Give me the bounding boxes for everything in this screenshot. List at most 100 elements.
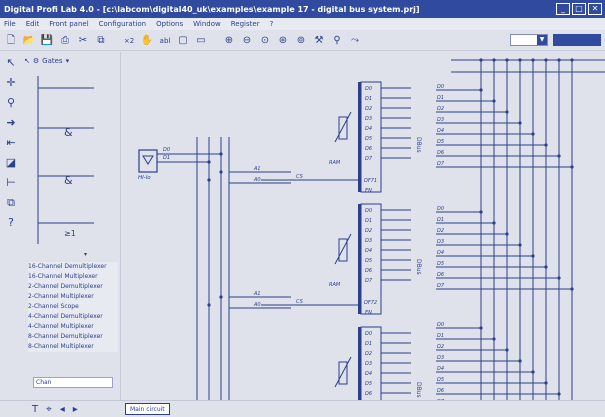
component-preview: & & ≥1 ▾: [24, 68, 112, 258]
list-item[interactable]: 2-Channel Multiplexer: [28, 292, 118, 302]
output-label: D0: [437, 84, 444, 90]
junction-dot: [570, 165, 574, 169]
nav-right-icon[interactable]: ▸: [73, 404, 78, 415]
cs-label: CS: [296, 174, 304, 180]
zoom-level-box[interactable]: [553, 34, 601, 46]
menu-item-?[interactable]: ?: [270, 20, 274, 28]
title-bar: Digital Profi Lab 4.0 - [c:\labcom\digit…: [0, 0, 605, 18]
output-label: D7: [437, 161, 445, 167]
menu-item-register[interactable]: Register: [231, 20, 260, 28]
wire-icon[interactable]: ◪: [4, 156, 18, 170]
category-bar[interactable]: ↖ ⚙ Gates ▾: [24, 55, 110, 66]
crosshair-icon[interactable]: ✛: [4, 76, 18, 90]
list-item[interactable]: 4-Channel Demultiplexer: [28, 312, 118, 322]
output-label: D4: [437, 128, 444, 134]
page-icon[interactable]: ▭: [194, 34, 208, 48]
text-button[interactable]: abl: [158, 34, 172, 48]
list-item[interactable]: 2-Channel Scope: [28, 302, 118, 312]
menu-bar: File Edit Front panel Configuration Options W…: [0, 18, 605, 30]
zoom-select-icon[interactable]: ⊛: [276, 34, 290, 48]
addr-label: A1: [253, 166, 261, 172]
tab-main-circuit[interactable]: Main circuit: [125, 403, 170, 415]
junction-dot: [518, 121, 522, 125]
menu-item-edit[interactable]: Edit: [26, 20, 40, 28]
output-label: D4: [437, 366, 444, 372]
list-item[interactable]: 2-Channel Demultiplexer: [28, 282, 118, 292]
bus-label: DBus: [415, 382, 422, 398]
pin-label: D6: [365, 268, 372, 274]
pin-label: D4: [365, 248, 372, 254]
zoom-select[interactable]: ▼: [510, 34, 548, 46]
text-tool-icon[interactable]: T: [32, 404, 38, 415]
arrow-icon: ↖: [24, 56, 30, 65]
probe-icon[interactable]: ⚲: [330, 34, 344, 48]
ram-label: RAM: [329, 160, 341, 166]
window-title: Digital Profi Lab 4.0 - [c:\labcom\digit…: [4, 4, 420, 14]
binoculars-icon[interactable]: ⌖: [46, 404, 52, 415]
hilo-label: HI-lo: [138, 175, 151, 181]
output-label: D2: [437, 106, 444, 112]
addr-label: A0: [253, 177, 261, 183]
junction-dot: [557, 58, 561, 62]
circuit-diagram[interactable]: HI-lo D0 D1 RAM D0 D1 D2 D3 D4 D5 D6 D7 DF71 EN DBus D0…: [121, 52, 605, 400]
zoom-out-icon[interactable]: ⊖: [240, 34, 254, 48]
search-input[interactable]: Chan: [33, 377, 113, 388]
hand-icon[interactable]: ✋: [140, 34, 154, 48]
left-toolbar: ↖ ✛ ⚲ ➜ ⇤ ◪ ⊢ ⧉ ?: [0, 52, 22, 402]
tools-icon[interactable]: ⚒: [312, 34, 326, 48]
output-label: D2: [437, 344, 444, 350]
junction-dot: [207, 160, 211, 164]
close-button[interactable]: ✕: [588, 3, 602, 15]
pin-label: D3: [365, 238, 372, 244]
zoom-fit-icon[interactable]: ⊙: [258, 34, 272, 48]
open-folder-icon[interactable]: 📂: [22, 34, 36, 48]
save-icon[interactable]: 💾: [40, 34, 54, 48]
list-item[interactable]: 4-Channel Multiplexer: [28, 322, 118, 332]
menu-item-configuration[interactable]: Configuration: [99, 20, 146, 28]
junction-dot: [505, 348, 509, 352]
menu-item-front-panel[interactable]: Front panel: [49, 20, 88, 28]
nav-left-icon[interactable]: ◂: [60, 404, 65, 415]
menu-item-file[interactable]: File: [4, 20, 16, 28]
cut-icon[interactable]: ✂: [76, 34, 90, 48]
list-item[interactable]: 16-Channel Demultiplexer: [28, 262, 118, 272]
route-icon[interactable]: ⤳: [348, 34, 362, 48]
output-label: D4: [437, 250, 444, 256]
junction-dot: [479, 210, 483, 214]
pin-label: D0: [365, 331, 372, 337]
chevron-down-icon: ▾: [65, 56, 70, 65]
list-item[interactable]: 8-Channel Multiplexer: [28, 342, 118, 352]
svg-text:&: &: [64, 126, 73, 139]
circuit-canvas[interactable]: HI-lo D0 D1 RAM D0 D1 D2 D3 D4 D5 D6 D7 DF71 EN DBus D0…: [120, 52, 605, 400]
frame-icon[interactable]: ▢: [176, 34, 190, 48]
pin-label: EN: [365, 188, 372, 194]
junction-dot: [531, 254, 535, 258]
minimize-button[interactable]: _: [556, 3, 570, 15]
junction-dot: [544, 143, 548, 147]
copy-icon[interactable]: ⧉: [94, 34, 108, 48]
arrow-left-icon[interactable]: ⇤: [4, 136, 18, 150]
list-item[interactable]: 8-Channel Demultiplexer: [28, 332, 118, 342]
print-icon[interactable]: ⎙: [58, 34, 72, 48]
pin-label: D4: [365, 371, 372, 377]
duplicate-button[interactable]: ×2: [122, 34, 136, 48]
junction-dot: [531, 370, 535, 374]
menu-item-options[interactable]: Options: [156, 20, 183, 28]
maximize-button[interactable]: □: [572, 3, 586, 15]
junction-icon[interactable]: ⊢: [4, 176, 18, 190]
pin-label: D1: [365, 96, 372, 102]
arrow-right-icon[interactable]: ➜: [4, 116, 18, 130]
magnify-icon[interactable]: ⚲: [4, 96, 18, 110]
junction-dot: [518, 243, 522, 247]
zoom-in-icon[interactable]: ⊕: [222, 34, 236, 48]
help-icon[interactable]: ?: [4, 216, 18, 230]
menu-item-window[interactable]: Window: [193, 20, 221, 28]
output-label: D1: [437, 95, 444, 101]
pointer-icon[interactable]: ↖: [4, 56, 18, 70]
pin-label: D7: [365, 278, 373, 284]
zoom-window-icon[interactable]: ⊚: [294, 34, 308, 48]
component-icon[interactable]: ⧉: [4, 196, 18, 210]
new-file-icon[interactable]: 🗋: [4, 34, 18, 48]
chevron-down-icon[interactable]: ▼: [537, 35, 547, 45]
list-item[interactable]: 16-Channel Multiplexer: [28, 272, 118, 282]
